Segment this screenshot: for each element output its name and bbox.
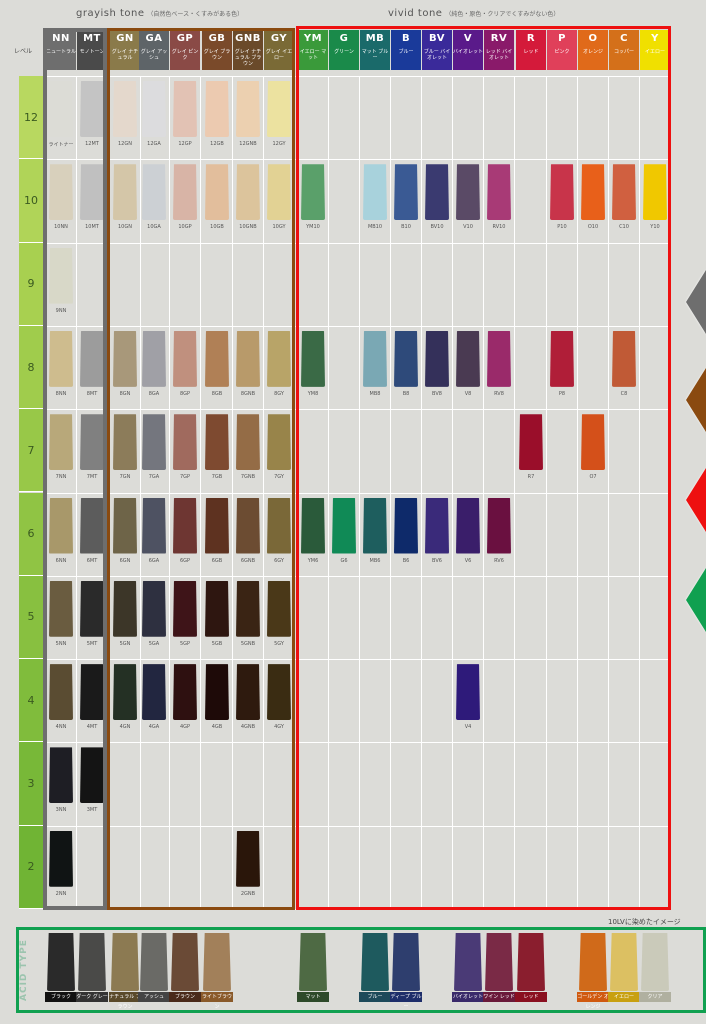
level-tab-7: 7 [19, 409, 43, 493]
acid-swatch-イエロー[interactable] [610, 933, 638, 991]
acid-swatch-クリア[interactable] [641, 933, 669, 991]
grayish-subtitle: （自然色ベース・くすみがある色） [147, 11, 244, 18]
level-tab-3: 3 [19, 742, 43, 826]
acid-label: ブラック [45, 992, 77, 1002]
level-tab-12: 12 [19, 76, 43, 160]
level-tab-10: 10 [19, 159, 43, 243]
level-label: レベル [14, 48, 33, 55]
acid-swatch-アッシュ[interactable] [140, 933, 168, 991]
level-tab-4: 4 [19, 659, 43, 743]
side-arrow-icon [686, 270, 706, 334]
acid-label: ディープ ブルー [390, 992, 422, 1010]
swatch-fill [78, 933, 106, 991]
acid-label: レッド [515, 992, 547, 1002]
acid-label: ナチュラル ブラウン [109, 992, 141, 1010]
level-tab-5: 5 [19, 575, 43, 660]
side-arrow-icon [686, 468, 706, 532]
swatch-fill [299, 933, 327, 991]
acid-swatch-ブラウン[interactable] [171, 933, 199, 991]
acid-swatch-マット[interactable] [299, 933, 327, 991]
vivid-subtitle: （純色・原色・クリアでくすみがない色） [445, 11, 560, 18]
acid-swatch-バイオレット[interactable] [454, 933, 482, 991]
side-arrow-icon [686, 368, 706, 432]
acid-swatch-ブラック[interactable] [47, 933, 75, 991]
swatch-fill [203, 933, 231, 991]
frame-nn-mt [43, 28, 107, 910]
acid-note: 10LVに染めたイメージ [608, 918, 681, 926]
swatch-fill [392, 933, 420, 991]
swatch-fill [454, 933, 482, 991]
acid-label: イエロー [608, 992, 640, 1002]
acid-swatch-ブルー[interactable] [361, 933, 389, 991]
side-arrow-icon [686, 568, 706, 632]
acid-label: ライトブラウン [201, 992, 233, 1010]
swatch-fill [579, 933, 607, 991]
acid-label: ゴールデン オレンジ [577, 992, 609, 1010]
level-tab-2: 2 [19, 825, 43, 909]
grayish-tone-header: grayish tone （自然色ベース・くすみがある色） [76, 8, 243, 19]
level-tab-9: 9 [19, 242, 43, 326]
level-tab-6: 6 [19, 492, 43, 576]
swatch-fill [111, 933, 139, 991]
acid-label: マット [297, 992, 329, 1002]
acid-swatch-ナチュラル ブラウン[interactable] [111, 933, 139, 991]
frame-grayish [107, 28, 295, 910]
acid-swatch-ディープ ブルー[interactable] [392, 933, 420, 991]
swatch-fill [517, 933, 545, 991]
acid-label: ワイン レッド [483, 992, 515, 1002]
acid-swatch-ゴールデン オレンジ[interactable] [579, 933, 607, 991]
acid-label: アッシュ [138, 992, 170, 1002]
frame-vivid [296, 26, 671, 910]
swatch-fill [485, 933, 513, 991]
acid-label: ダーク グレー [76, 992, 108, 1002]
swatch-fill [47, 933, 75, 991]
swatch-fill [171, 933, 199, 991]
level-tab-8: 8 [19, 325, 43, 410]
swatch-fill [140, 933, 168, 991]
acid-label: バイオレット [452, 992, 484, 1002]
acid-swatch-ダーク グレー[interactable] [78, 933, 106, 991]
acid-swatch-レッド[interactable] [517, 933, 545, 991]
color-chart: grayish tone （自然色ベース・くすみがある色） vivid tone… [0, 0, 706, 1024]
vivid-tone-header: vivid tone （純色・原色・クリアでくすみがない色） [388, 8, 559, 19]
acid-swatch-ライトブラウン[interactable] [203, 933, 231, 991]
swatch-fill [361, 933, 389, 991]
swatch-fill [641, 933, 669, 991]
vivid-title: vivid tone [388, 8, 443, 19]
acid-label: クリア [639, 992, 671, 1002]
acid-label: ブルー [359, 992, 391, 1002]
swatch-fill [610, 933, 638, 991]
grayish-title: grayish tone [76, 8, 145, 19]
acid-swatch-ワイン レッド[interactable] [485, 933, 513, 991]
acid-label: ブラウン [169, 992, 201, 1002]
